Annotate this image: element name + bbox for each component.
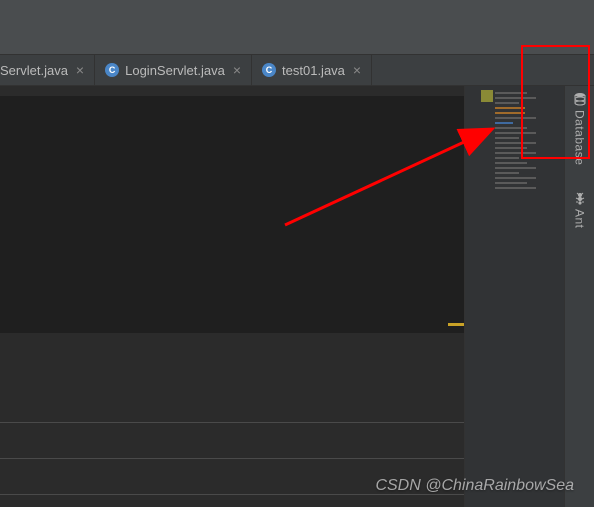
tab-test01[interactable]: C test01.java × — [252, 55, 372, 85]
editor-tabs: Servlet.java × C LoginServlet.java × C t… — [0, 55, 594, 86]
title-bar — [0, 0, 594, 55]
main-area: Database Ant — [0, 86, 594, 507]
class-icon: C — [105, 63, 119, 77]
close-icon[interactable]: × — [351, 63, 363, 77]
gutter-marker — [448, 323, 464, 326]
tool-label: Ant — [573, 209, 587, 229]
database-tool[interactable]: Database — [573, 92, 587, 165]
tab-loginservlet[interactable]: C LoginServlet.java × — [95, 55, 252, 85]
watermark: CSDN @ChinaRainbowSea — [375, 477, 574, 495]
panel-divider — [0, 458, 464, 459]
inspection-indicator[interactable] — [481, 90, 493, 102]
tab-label: Servlet.java — [0, 63, 68, 78]
tool-label: Database — [573, 110, 587, 165]
minimap[interactable] — [465, 86, 565, 507]
class-icon: C — [262, 63, 276, 77]
panel-divider — [0, 422, 464, 423]
tab-label: test01.java — [282, 63, 345, 78]
editor-content — [0, 96, 464, 333]
tab-servlet[interactable]: Servlet.java × — [0, 55, 95, 85]
minimap-lines — [495, 92, 554, 192]
right-toolbar: Database Ant — [565, 86, 594, 507]
ant-icon — [573, 191, 587, 205]
close-icon[interactable]: × — [231, 63, 243, 77]
editor[interactable] — [0, 86, 465, 507]
close-icon[interactable]: × — [74, 63, 86, 77]
tab-label: LoginServlet.java — [125, 63, 225, 78]
database-icon — [573, 92, 587, 106]
ant-tool[interactable]: Ant — [573, 191, 587, 229]
